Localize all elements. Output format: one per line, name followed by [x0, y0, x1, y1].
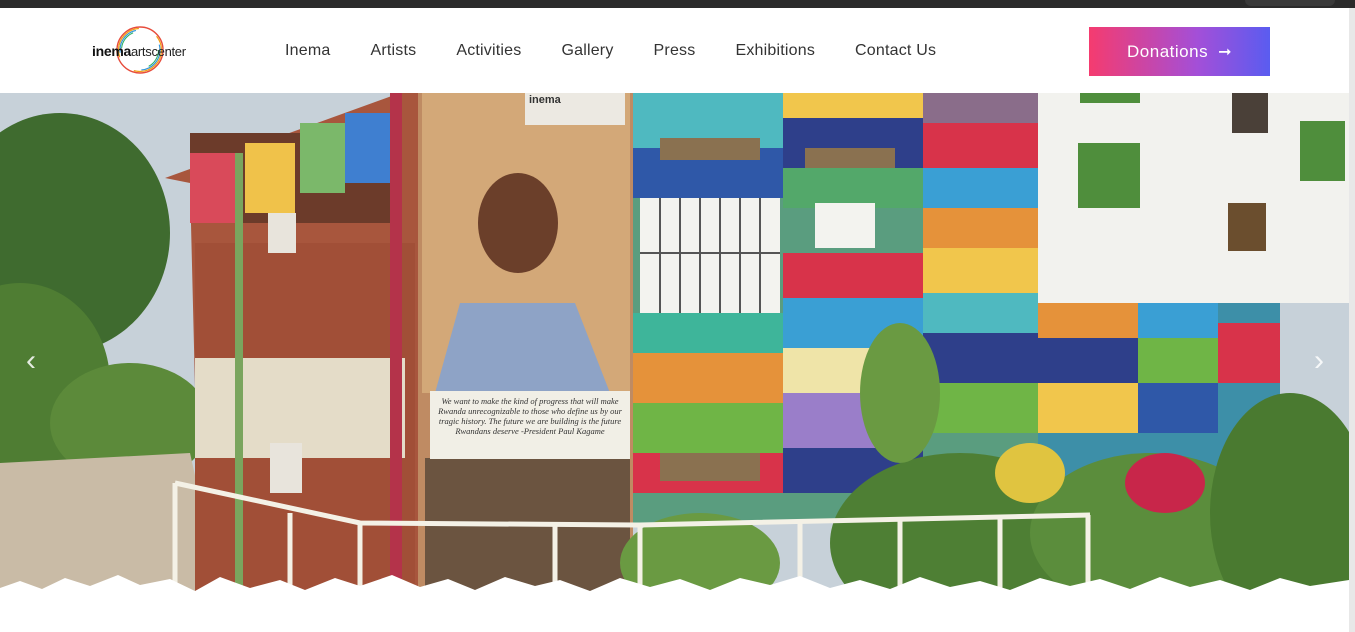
nav-item-artists[interactable]: Artists	[370, 42, 416, 60]
nav-item-contact-us[interactable]: Contact Us	[855, 42, 936, 60]
arrow-right-icon: ➞	[1218, 43, 1232, 61]
hero-slider: inema We want to make the kind of progre…	[0, 93, 1349, 632]
site-logo[interactable]: inemaartscenter	[92, 24, 212, 80]
browser-chrome-pill	[1245, 0, 1335, 6]
logo-bold-text: inema	[92, 43, 131, 59]
main-navigation: Inema Artists Activities Gallery Press E…	[285, 8, 976, 93]
chevron-left-icon[interactable]: ‹	[16, 346, 46, 376]
nav-item-gallery[interactable]: Gallery	[561, 42, 613, 60]
logo-wordmark: inemaartscenter	[92, 43, 186, 59]
logo-light-text: artscenter	[130, 44, 186, 59]
browser-chrome-bar	[0, 0, 1355, 8]
hero-image	[0, 93, 1349, 632]
scrollbar-track[interactable]	[1349, 8, 1355, 632]
mural-quote: We want to make the kind of progress tha…	[430, 391, 630, 459]
site-header: inemaartscenter Inema Artists Activities…	[0, 8, 1349, 93]
nav-item-activities[interactable]: Activities	[456, 42, 521, 60]
nav-item-exhibitions[interactable]: Exhibitions	[735, 42, 815, 60]
nav-item-inema[interactable]: Inema	[285, 42, 330, 60]
chevron-right-icon[interactable]: ›	[1304, 346, 1334, 376]
donations-button[interactable]: Donations ➞	[1089, 27, 1270, 76]
mural-sign: inema	[525, 93, 625, 125]
nav-item-press[interactable]: Press	[654, 42, 696, 60]
donations-button-label: Donations	[1127, 41, 1209, 61]
